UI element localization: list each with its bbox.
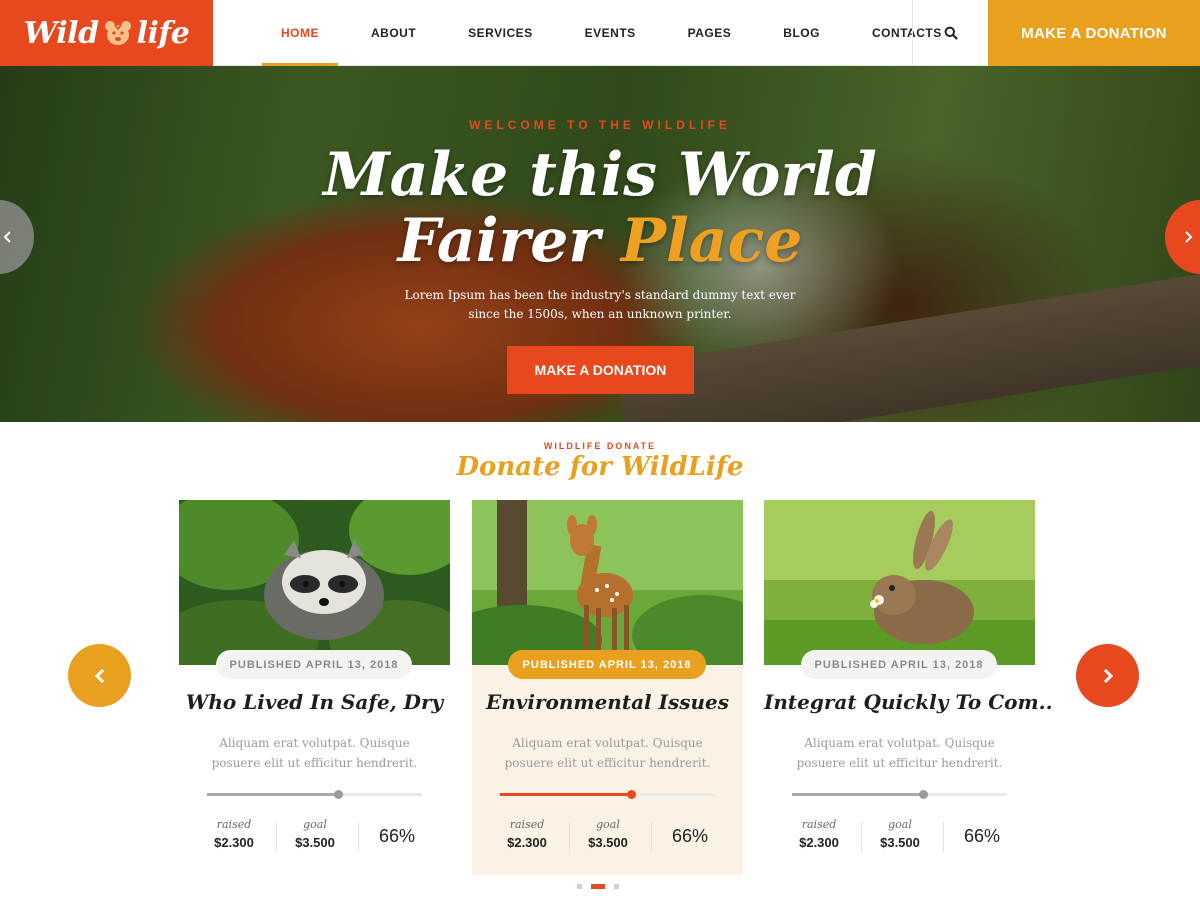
percent-value: 66% <box>671 826 709 846</box>
donation-stats: raised $2.300 goal $3.500 66% <box>764 818 1035 858</box>
chevron-right-icon <box>1185 231 1193 243</box>
nav-item-events[interactable]: EVENTS <box>559 0 662 66</box>
raised-stat: raised $2.300 <box>486 818 568 850</box>
stat-divider <box>943 822 944 852</box>
hero-title: Make this World Fairer Place <box>0 142 1200 274</box>
progress-fill <box>500 793 632 796</box>
logo-text-right: life <box>136 15 190 51</box>
chevron-left-icon <box>3 231 11 243</box>
progress-bar <box>792 790 1007 799</box>
donation-card-featured[interactable]: PUBLISHED APRIL 13, 2018 Environmental I… <box>472 500 743 875</box>
nav-item-blog[interactable]: BLOG <box>757 0 846 66</box>
nav-item-home[interactable]: HOME <box>255 0 345 66</box>
progress-handle <box>627 790 637 799</box>
hero-subtitle: WELCOME TO THE WILDLIFE <box>469 118 731 132</box>
raised-value: $2.300 <box>214 835 254 850</box>
donation-card[interactable]: PUBLISHED APRIL 13, 2018 Who Lived In Sa… <box>179 500 450 875</box>
goal-value: $3.500 <box>588 835 628 850</box>
published-badge: PUBLISHED APRIL 13, 2018 <box>216 650 412 679</box>
card-title[interactable]: Who Lived In Safe, Dry <box>179 690 450 714</box>
raised-value: $2.300 <box>507 835 547 850</box>
nav-item-services[interactable]: SERVICES <box>442 0 558 66</box>
carousel-pagination <box>577 884 619 889</box>
goal-label: goal <box>596 818 620 831</box>
raised-label: raised <box>509 818 545 831</box>
published-badge: PUBLISHED APRIL 13, 2018 <box>801 650 997 679</box>
tiger-logo-icon <box>104 21 131 45</box>
logo[interactable]: Wild life <box>0 0 213 66</box>
goal-stat: goal $3.500 <box>859 818 941 850</box>
hero-slider: WELCOME TO THE WILDLIFE Make this World … <box>0 66 1200 422</box>
search-button[interactable] <box>912 0 988 66</box>
raised-label: raised <box>216 818 252 831</box>
progress-fill <box>207 793 339 796</box>
hero-description: Lorem Ipsum has been the industry's stan… <box>404 288 796 321</box>
card-description: Aliquam erat volutpat. Quisque posuere e… <box>796 736 1003 770</box>
progress-handle <box>919 790 929 799</box>
logo-text-left: Wild <box>23 15 99 51</box>
donation-stats: raised $2.300 goal $3.500 66% <box>472 818 743 858</box>
progress-bar <box>207 790 422 799</box>
donation-card[interactable]: PUBLISHED APRIL 13, 2018 Integrat Quickl… <box>764 500 1053 875</box>
carousel-next-button[interactable] <box>1076 644 1139 707</box>
hero-title-line1: Make this World <box>323 140 877 210</box>
raised-stat: raised $2.300 <box>778 818 860 850</box>
goal-value: $3.500 <box>295 835 335 850</box>
percent-value: 66% <box>963 826 1001 846</box>
goal-label: goal <box>303 818 327 831</box>
progress-fill <box>792 793 924 796</box>
card-description: Aliquam erat volutpat. Quisque posuere e… <box>504 736 711 770</box>
progress-handle <box>334 790 344 799</box>
progress-bar <box>500 790 715 799</box>
carousel-prev-button[interactable] <box>68 644 131 707</box>
card-title[interactable]: Integrat Quickly To Com.. <box>764 690 1053 714</box>
raccoon-image <box>179 500 450 665</box>
goal-stat: goal $3.500 <box>567 818 649 850</box>
raised-label: raised <box>801 818 837 831</box>
percent-value: 66% <box>378 826 416 846</box>
rabbit-image <box>764 500 1035 665</box>
published-badge: PUBLISHED APRIL 13, 2018 <box>508 650 706 679</box>
card-description: Aliquam erat volutpat. Quisque posuere e… <box>211 736 418 770</box>
goal-stat: goal $3.500 <box>274 818 356 850</box>
hero-title-accent: Place <box>620 206 803 276</box>
pagination-dot-active[interactable] <box>591 884 605 889</box>
main-nav: HOME ABOUT SERVICES EVENTS PAGES BLOG CO… <box>255 0 968 66</box>
hero-title-word: Fairer <box>397 206 600 276</box>
nav-item-pages[interactable]: PAGES <box>662 0 758 66</box>
donation-stats: raised $2.300 goal $3.500 66% <box>179 818 450 858</box>
nav-item-about[interactable]: ABOUT <box>345 0 442 66</box>
pagination-dot[interactable] <box>577 884 582 889</box>
hero-title-line2: Fairer Place <box>0 208 1200 274</box>
raised-value: $2.300 <box>799 835 839 850</box>
deer-image <box>472 500 743 665</box>
chevron-right-icon <box>1103 668 1113 683</box>
stat-divider <box>651 822 652 852</box>
hero-donate-button[interactable]: MAKE A DONATION <box>507 346 694 394</box>
section-subtitle: WILDLIFE DONATE <box>543 441 657 451</box>
stat-divider <box>358 822 359 852</box>
header-donate-button[interactable]: MAKE A DONATION <box>988 0 1200 66</box>
goal-label: goal <box>888 818 912 831</box>
card-title[interactable]: Environmental Issues <box>472 690 743 714</box>
raised-stat: raised $2.300 <box>193 818 275 850</box>
goal-value: $3.500 <box>880 835 920 850</box>
chevron-left-icon <box>94 668 104 683</box>
search-icon <box>944 26 958 40</box>
pagination-dot[interactable] <box>614 884 619 889</box>
site-header: Wild life HOME ABOUT SERVICES EVENTS PAG… <box>0 0 1200 66</box>
section-title: Donate for WildLife <box>456 452 744 482</box>
